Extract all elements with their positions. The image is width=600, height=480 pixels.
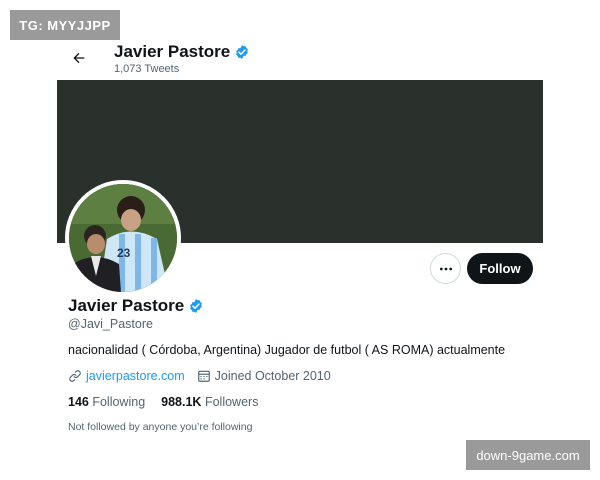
profile-handle: @Javi_Pastore	[68, 317, 153, 331]
website-link[interactable]: javierpastore.com	[86, 369, 185, 383]
followed-by-note: Not followed by anyone you’re following	[68, 421, 253, 433]
joined-item: Joined October 2010	[197, 369, 331, 383]
verified-badge-icon	[188, 298, 204, 314]
avatar[interactable]: 23	[65, 180, 181, 296]
calendar-icon	[197, 370, 210, 382]
followers-label: Followers	[204, 395, 259, 409]
more-horizontal-icon	[439, 267, 452, 270]
following-label: Following	[92, 395, 146, 409]
watermark-bottom-right: down-9game.com	[466, 440, 590, 470]
back-button[interactable]	[65, 44, 93, 72]
following-count: 146	[68, 395, 89, 409]
follow-button[interactable]: Follow	[467, 253, 533, 284]
more-options-button[interactable]	[430, 253, 461, 284]
verified-badge-icon	[234, 44, 250, 60]
link-icon	[69, 370, 81, 382]
joined-date: Joined October 2010	[214, 369, 331, 383]
avatar-photo: 23	[69, 184, 177, 292]
followers-stat[interactable]: 988.1K Followers	[161, 395, 258, 409]
header-name: Javier Pastore	[114, 42, 231, 61]
profile-header-bar: Javier Pastore 1,073 Tweets	[57, 38, 543, 80]
profile-name: Javier Pastore	[68, 296, 185, 315]
follow-stats: 146 Following 988.1K Followers	[68, 395, 274, 409]
tweets-count: 1,073 Tweets	[114, 63, 180, 75]
arrow-left-icon	[73, 52, 85, 64]
profile-bio: nacionalidad ( Córdoba, Argentina) Jugad…	[68, 343, 506, 357]
profile-meta: javierpastore.com Joined October 2010	[68, 369, 343, 383]
svg-text:23: 23	[117, 246, 131, 260]
following-stat[interactable]: 146 Following	[68, 395, 145, 409]
watermark-top-left: TG: MYYJJPP	[10, 10, 120, 40]
followers-count: 988.1K	[161, 395, 202, 409]
website-item: javierpastore.com	[68, 369, 185, 383]
